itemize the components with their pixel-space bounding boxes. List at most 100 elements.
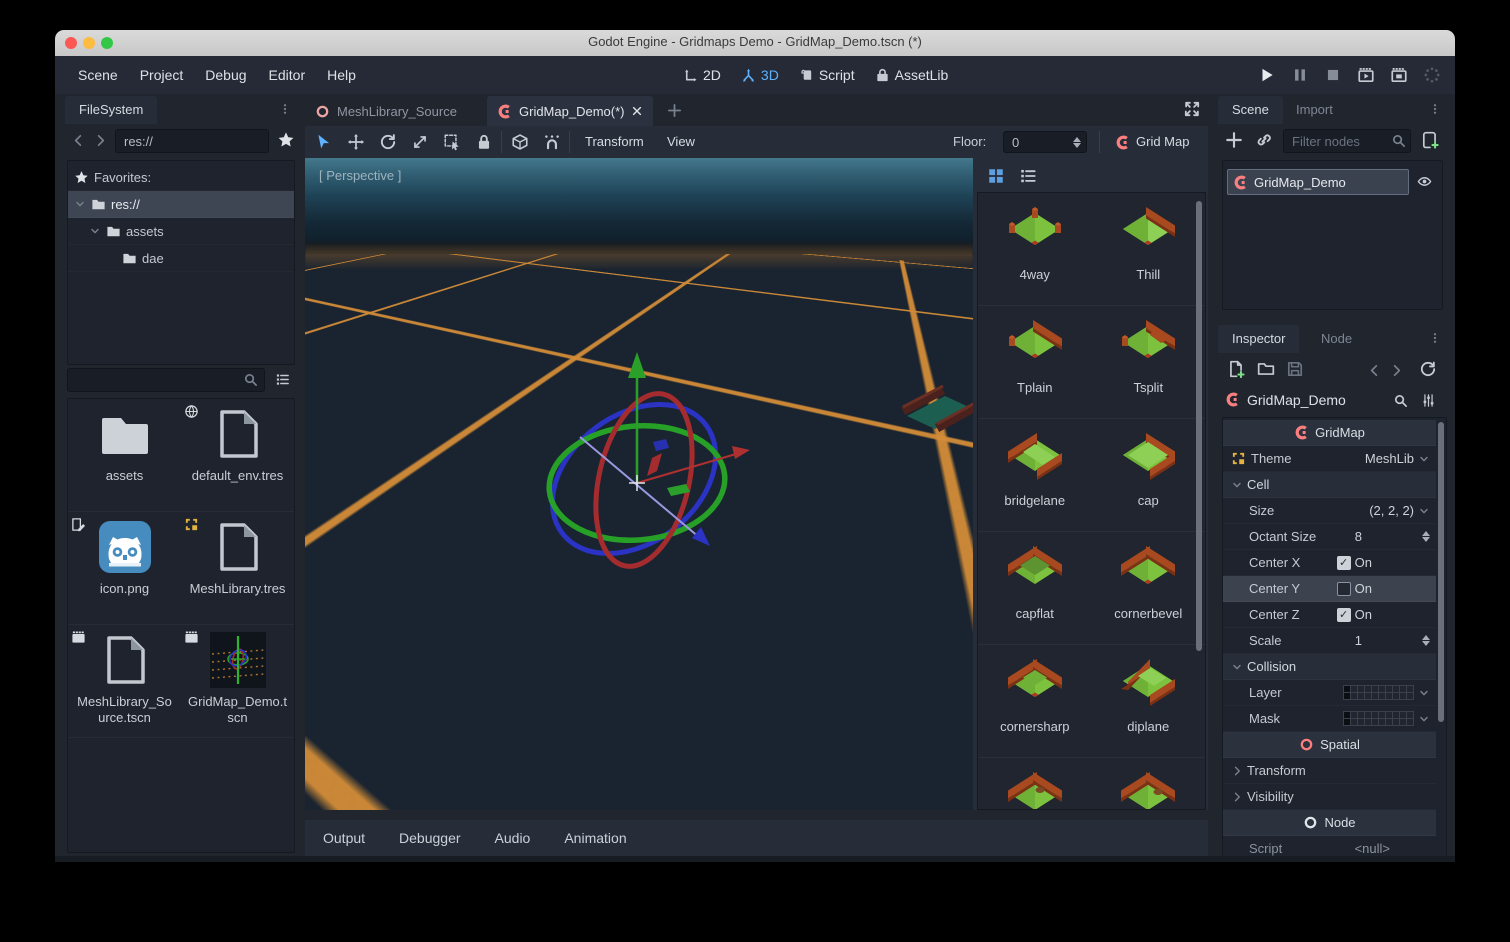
palette-list-view-icon[interactable]	[1019, 167, 1037, 185]
scale-tool-icon[interactable]	[411, 133, 429, 151]
palette-grid-view-icon[interactable]	[987, 167, 1005, 185]
new-resource-icon[interactable]	[1227, 360, 1245, 378]
scene-tree-node-gridmap-demo[interactable]: GridMap_Demo	[1227, 169, 1409, 195]
property-value[interactable]: (2, 2, 2)	[1369, 503, 1414, 518]
path-input[interactable]	[115, 129, 269, 153]
property-value[interactable]: 8	[1355, 529, 1362, 544]
inspector-scrollbar[interactable]	[1438, 422, 1444, 722]
palette-item-Tplain[interactable]: Tplain	[978, 306, 1092, 418]
file-item-meshlibrary-tres[interactable]: MeshLibrary.tres	[181, 512, 294, 624]
file-list-view-toggle-icon[interactable]	[275, 372, 290, 387]
checkbox-icon[interactable]: ✓	[1337, 556, 1351, 570]
spin-arrows[interactable]	[1422, 635, 1430, 646]
nav-forward-icon[interactable]	[93, 133, 108, 148]
palette-item[interactable]	[1092, 758, 1206, 810]
palette-item-Tsplit[interactable]: Tsplit	[1092, 306, 1206, 418]
inspector-menu-icon[interactable]	[1429, 332, 1441, 344]
load-resource-icon[interactable]	[1257, 360, 1275, 378]
scene-tab-meshlibrary-source[interactable]: MeshLibrary_Source	[305, 96, 467, 126]
tab-import[interactable]: Import	[1282, 96, 1347, 124]
lock-object-icon[interactable]	[475, 133, 493, 151]
fold-arrow-icon[interactable]	[1231, 765, 1243, 777]
property-value[interactable]: MeshLib	[1365, 451, 1414, 466]
file-item-meshlibrary-source-tscn[interactable]: MeshLibrary_Source.tscn	[68, 625, 181, 737]
history-forward-icon[interactable]	[1389, 363, 1404, 378]
close-tab-icon[interactable]	[631, 105, 643, 117]
play-custom-scene-button[interactable]	[1390, 66, 1408, 84]
collision-layers-grid[interactable]	[1343, 685, 1414, 700]
favorite-star-icon[interactable]	[277, 131, 295, 149]
mode-3d[interactable]: 3D	[741, 67, 779, 83]
collapse-icon[interactable]	[89, 225, 101, 237]
bottom-tab-animation[interactable]: Animation	[564, 830, 626, 846]
file-item-default-env-tres[interactable]: default_env.tres	[181, 399, 294, 511]
3d-viewport[interactable]: [ Perspective ]	[305, 158, 973, 810]
layers-caret-icon[interactable]	[1418, 713, 1430, 725]
tab-scene[interactable]: Scene	[1218, 96, 1283, 124]
pause-button[interactable]	[1291, 66, 1309, 84]
property-center-x[interactable]: Center X✓On	[1223, 550, 1436, 576]
move-tool-icon[interactable]	[347, 133, 365, 151]
object-history-icon[interactable]	[1419, 360, 1437, 378]
palette-item-capflat[interactable]: capflat	[978, 532, 1092, 644]
rotate-tool-icon[interactable]	[379, 133, 397, 151]
gridmap-menu-button[interactable]: Grid Map	[1115, 126, 1189, 158]
inspector-tools-icon[interactable]	[1421, 393, 1436, 408]
select-tool-icon[interactable]	[315, 133, 333, 151]
palette-item-cornerbevel[interactable]: cornerbevel	[1092, 532, 1206, 644]
palette-item-diplane[interactable]: diplane	[1092, 645, 1206, 757]
bottom-tab-output[interactable]: Output	[323, 830, 365, 846]
menu-project[interactable]: Project	[129, 56, 195, 94]
transform-menu[interactable]: Transform	[585, 126, 644, 158]
section-cell[interactable]: Cell	[1223, 472, 1436, 498]
palette-item[interactable]	[978, 758, 1092, 810]
save-resource-icon[interactable]	[1286, 360, 1304, 378]
file-item-assets[interactable]: assets	[68, 399, 181, 511]
perspective-label[interactable]: [ Perspective ]	[319, 168, 401, 183]
collision-layers-grid[interactable]	[1343, 711, 1414, 726]
property-theme[interactable]: ThemeMeshLib	[1223, 446, 1436, 472]
play-scene-button[interactable]	[1357, 66, 1375, 84]
class-header-node[interactable]: Node	[1223, 810, 1436, 836]
checkbox-icon[interactable]: ✓	[1337, 608, 1351, 622]
attach-script-icon[interactable]	[1421, 131, 1439, 149]
checkbox-icon[interactable]	[1337, 582, 1351, 596]
tab-node[interactable]: Node	[1307, 325, 1366, 353]
palette-item-Thill[interactable]: Thill	[1092, 193, 1206, 305]
dropdown-caret-icon[interactable]	[1418, 505, 1430, 517]
property-value[interactable]: <null>	[1355, 841, 1390, 856]
section-collapse-icon[interactable]	[1231, 661, 1243, 673]
property-center-y[interactable]: Center YOn	[1223, 576, 1436, 602]
snap-icon[interactable]	[543, 133, 561, 151]
property-octant-size[interactable]: Octant Size8	[1223, 524, 1436, 550]
palette-scrollbar[interactable]	[1196, 201, 1202, 651]
dropdown-caret-icon[interactable]	[1418, 453, 1430, 465]
tree-item-assets[interactable]: assets	[68, 218, 294, 245]
visibility-eye-icon[interactable]	[1417, 174, 1432, 189]
instance-scene-icon[interactable]	[1255, 131, 1273, 149]
layers-caret-icon[interactable]	[1418, 687, 1430, 699]
fold-visibility[interactable]: Visibility	[1223, 784, 1436, 810]
mode-assetlib[interactable]: AssetLib	[875, 67, 949, 83]
file-item-gridmap-demo-tscn[interactable]: GridMap_Demo.tscn	[181, 625, 294, 737]
tree-item-dae[interactable]: dae	[68, 245, 294, 272]
property-scale[interactable]: Scale1	[1223, 628, 1436, 654]
nav-back-icon[interactable]	[71, 133, 86, 148]
file-item-icon-png[interactable]: icon.png	[68, 512, 181, 624]
property-center-z[interactable]: Center Z✓On	[1223, 602, 1436, 628]
bottom-tab-audio[interactable]: Audio	[495, 830, 531, 846]
new-scene-tab-icon[interactable]	[667, 103, 682, 118]
mode-2d[interactable]: 2D	[683, 67, 721, 83]
section-collapse-icon[interactable]	[1231, 479, 1243, 491]
property-size[interactable]: Size(2, 2, 2)	[1223, 498, 1436, 524]
class-header-spatial[interactable]: Spatial	[1223, 732, 1436, 758]
distraction-free-icon[interactable]	[1183, 100, 1201, 118]
filesystem-menu-icon[interactable]	[279, 103, 291, 115]
floor-spinbox[interactable]: 0	[1003, 131, 1087, 153]
palette-item-cornersharp[interactable]: cornersharp	[978, 645, 1092, 757]
class-header-gridmap[interactable]: GridMap	[1223, 420, 1436, 446]
property-value[interactable]: 1	[1355, 633, 1362, 648]
tree-item-res-[interactable]: res://	[68, 191, 294, 218]
palette-item-cap[interactable]: cap	[1092, 419, 1206, 531]
view-menu[interactable]: View	[667, 126, 695, 158]
